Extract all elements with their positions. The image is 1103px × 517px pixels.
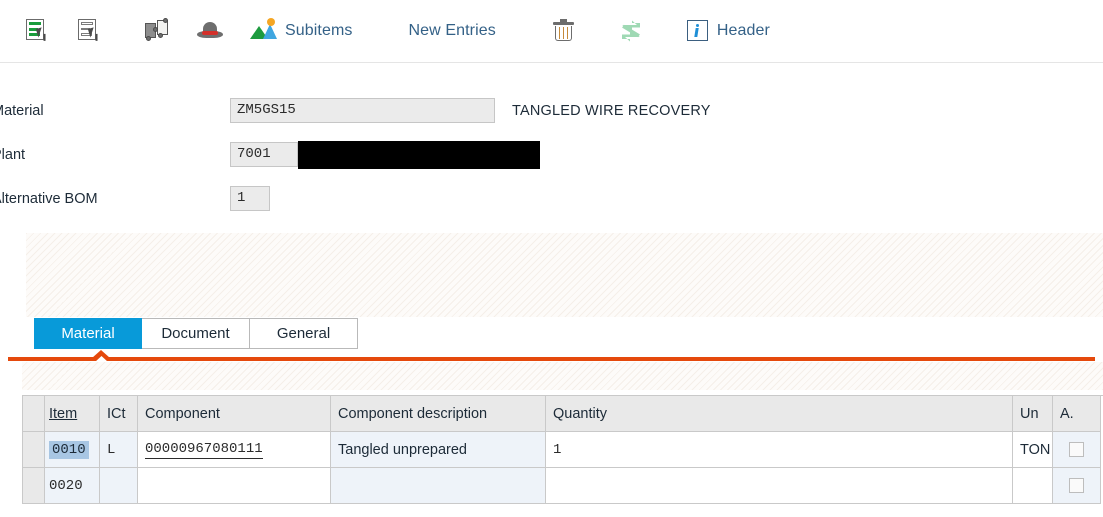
cell-a-checkbox[interactable] [1053,432,1101,468]
tab-material[interactable]: Material [34,318,142,349]
tab-active-indicator [0,350,1103,362]
table-row[interactable]: 0020 [23,468,1103,504]
tab-general[interactable]: General [250,318,358,349]
row-selector[interactable] [23,468,45,504]
cell-item[interactable]: 0020 [45,468,100,504]
component-assignment-button[interactable] [138,11,176,51]
cell-item[interactable]: 0010 [45,432,100,468]
list-select-filled-icon [24,18,50,44]
trash-icon [552,18,576,44]
select-all-rows-button[interactable] [18,11,56,51]
plant-input[interactable]: 7001 [230,142,298,167]
cell-ict[interactable]: L [100,432,138,468]
cell-unit[interactable]: TON [1013,432,1053,468]
column-header-ict[interactable]: ICt [100,396,138,432]
cell-ict[interactable] [100,468,138,504]
material-field-row: Material ZM5GS15 TANGLED WIRE RECOVERY [0,98,711,123]
mountains-sun-icon [250,18,278,44]
column-header-unit[interactable]: Un [1013,396,1053,432]
header-filler-area [26,233,1103,317]
grid-top-filler-area [22,362,1103,390]
column-header-component[interactable]: Component [138,396,331,432]
column-header-item[interactable]: Item [45,396,100,432]
cell-quantity[interactable]: 1 [546,432,1013,468]
new-entries-button[interactable]: New Entries [403,11,502,51]
new-entries-button-label: New Entries [408,22,496,39]
alternative-bom-label: Alternative BOM [0,190,98,207]
puzzle-icon [144,18,170,44]
cell-component-description[interactable]: Tangled unprepared [331,432,546,468]
checkbox-icon[interactable] [1069,478,1084,493]
swap-arrows-icon [618,19,644,43]
hat-icon [196,18,224,44]
long-text-button[interactable] [190,11,230,51]
header-button[interactable]: Header [680,11,776,51]
table-header-row: Item ICt Component Component description… [23,396,1103,432]
deselect-all-rows-button[interactable] [70,11,108,51]
tab-material-label: Material [61,325,115,342]
plant-description-redacted [298,140,540,169]
application-toolbar: Subitems New Entries Header [0,0,1103,63]
checkbox-icon[interactable] [1069,442,1084,457]
cell-component-description[interactable] [331,468,546,504]
material-label: Material [0,102,44,119]
cell-unit[interactable] [1013,468,1053,504]
column-header-component-description[interactable]: Component description [331,396,546,432]
plant-label: Plant [0,146,26,163]
plant-field-row: Plant 7001 [0,140,540,169]
subitems-button-label: Subitems [285,22,353,39]
alternative-bom-input[interactable]: 1 [230,186,270,211]
cell-quantity[interactable] [546,468,1013,504]
table-row[interactable]: 0010 L 00000967080111 Tangled unprepared… [23,432,1103,468]
column-header-quantity[interactable]: Quantity [546,396,1013,432]
tab-general-label: General [276,325,331,342]
tab-document[interactable]: Document [142,318,250,349]
tab-document-label: Document [161,325,230,342]
row-selector[interactable] [23,432,45,468]
tab-strip: Material Document General [0,317,1103,352]
column-header-select[interactable] [23,396,45,432]
material-input[interactable]: ZM5GS15 [230,98,495,123]
column-header-a[interactable]: A. [1053,396,1101,432]
subitems-button[interactable]: Subitems [244,11,359,51]
alternative-bom-field-row: Alternative BOM 1 [0,186,270,211]
list-select-outline-icon [76,18,102,44]
info-icon [686,19,710,43]
bom-header-fields: Material ZM5GS15 TANGLED WIRE RECOVERY P… [0,63,1103,233]
delete-button[interactable] [546,11,582,51]
header-button-label: Header [716,22,770,39]
cell-component[interactable]: 00000967080111 [138,432,331,468]
cell-a-checkbox[interactable] [1053,468,1101,504]
bom-items-table: Item ICt Component Component description… [22,395,1103,504]
swap-button[interactable] [612,11,650,51]
cell-component[interactable] [138,468,331,504]
material-description: TANGLED WIRE RECOVERY [512,102,711,119]
